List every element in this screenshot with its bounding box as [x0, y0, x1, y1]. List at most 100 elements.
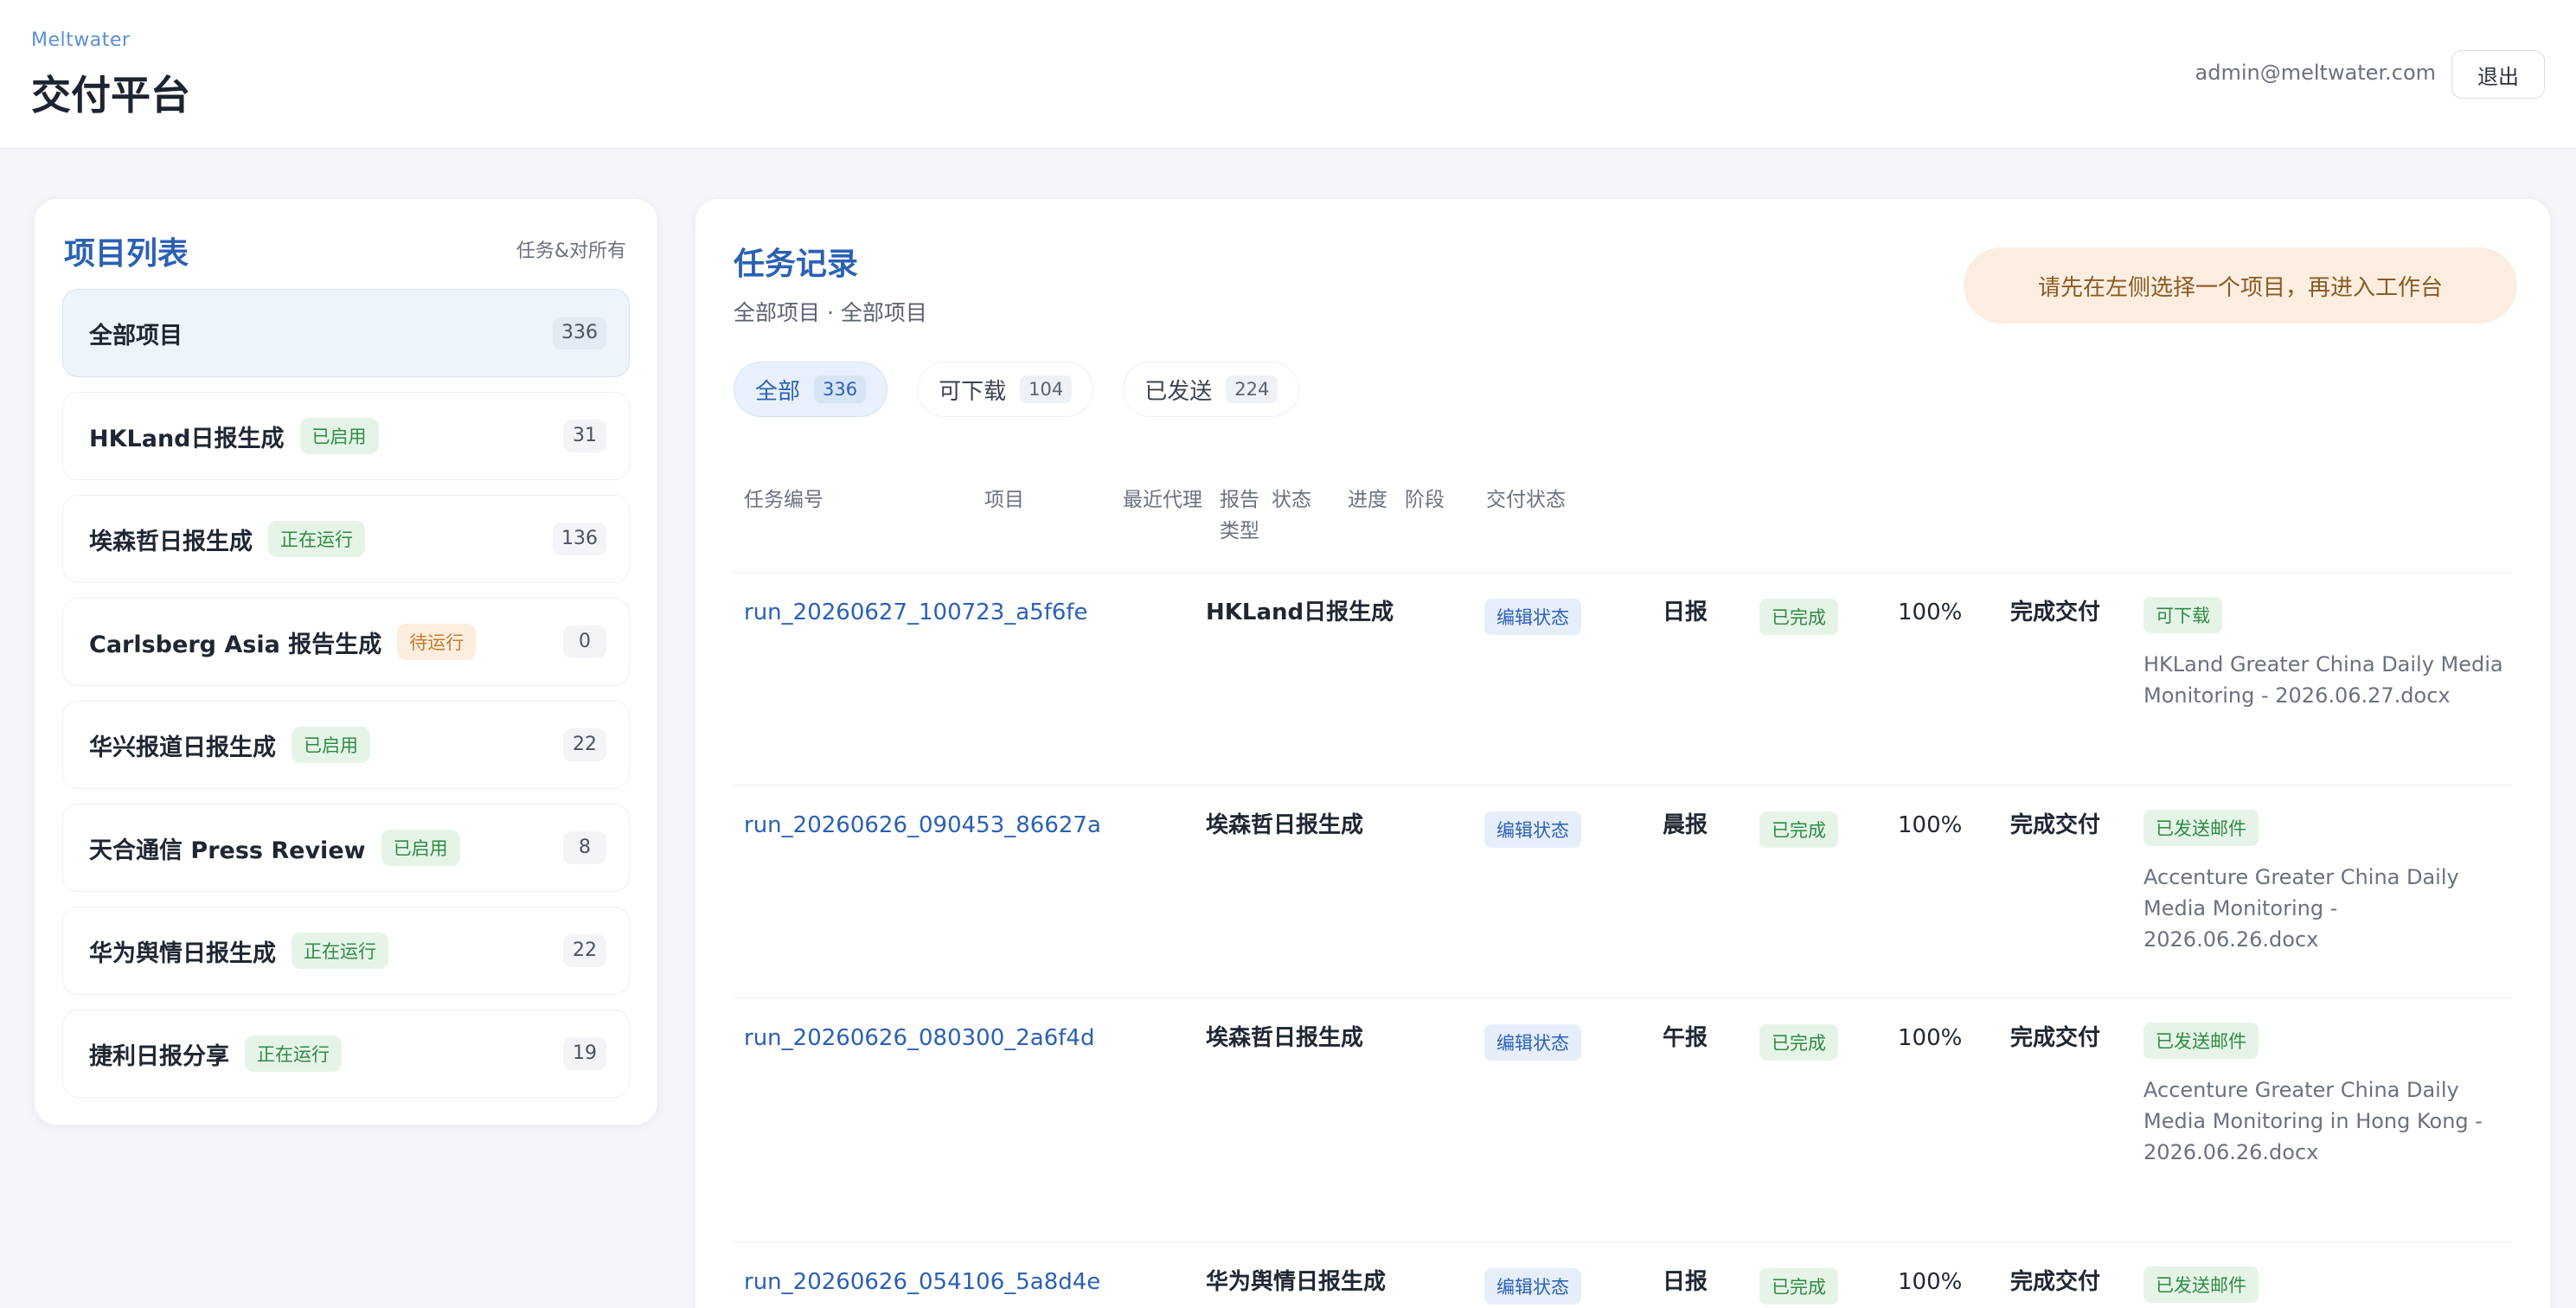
table-header: 任务编号 项目 最近代理 报告类型 状态 进度 阶段 交付状态: [734, 474, 2512, 573]
project-name: 华兴报道日报生成: [89, 734, 276, 761]
top-bar: Meltwater 交付平台 admin@meltwater.com 退出: [0, 0, 2576, 149]
filter-label: 全部: [755, 378, 801, 405]
project-item-hkland[interactable]: HKLand日报生成 已启用 31: [62, 392, 630, 480]
row-project: HKLand日报生成: [1206, 600, 1394, 625]
project-status-tag: 已启用: [381, 830, 460, 866]
agent-badge: 编辑状态: [1484, 811, 1581, 848]
user-email: admin@meltwater.com: [2195, 61, 2436, 85]
project-status-tag: 已启用: [292, 727, 370, 763]
tasks-panel-title: 任务记录: [734, 247, 859, 282]
project-name: 华为舆情日报生成: [89, 939, 276, 967]
delivery-badge[interactable]: 已发送邮件: [2143, 1023, 2259, 1059]
filter-tab-downloadable[interactable]: 可下载 104: [917, 362, 1094, 417]
filter-tabs: 全部 336 可下载 104 已发送 224: [734, 362, 1300, 417]
projects-panel-title: 项目列表: [64, 236, 189, 272]
run-id-link[interactable]: run_20260626_080300_2a6f4d: [744, 1023, 1094, 1054]
project-status-tag: 正在运行: [268, 521, 365, 557]
projects-panel-hint: 任务&对所有: [516, 240, 626, 262]
project-status-tag: 待运行: [397, 624, 477, 660]
report-type: 晨报: [1663, 812, 1708, 838]
run-id-link[interactable]: run_20260627_100723_a5f6fe: [744, 597, 1088, 628]
project-status-tag: 已启用: [299, 418, 379, 454]
column-header: 进度: [1348, 489, 1387, 511]
filter-label: 可下载: [939, 378, 1007, 405]
project-item-accenture[interactable]: 埃森哲日报生成 正在运行 136: [62, 495, 630, 583]
project-status-tag: 正在运行: [245, 1036, 342, 1072]
project-name: 全部项目: [89, 322, 183, 349]
run-id-link[interactable]: run_20260626_090453_86627a: [744, 810, 1101, 841]
report-type: 日报: [1663, 1269, 1708, 1295]
project-count-badge: 136: [553, 523, 606, 555]
row-project: 华为舆情日报生成: [1206, 1269, 1387, 1295]
projects-panel: 项目列表 任务&对所有 全部项目 336 HKLand日报生成 已启用 31 埃…: [35, 199, 657, 1125]
project-item-all[interactable]: 全部项目 336: [62, 289, 630, 377]
delivery-badge[interactable]: 已发送邮件: [2143, 1266, 2259, 1303]
stage-value: 完成交付: [2010, 1025, 2101, 1051]
column-header: 任务编号: [744, 489, 823, 511]
tasks-table: 任务编号 项目 最近代理 报告类型 状态 进度 阶段 交付状态 run_2026…: [734, 474, 2512, 1308]
filter-tab-all[interactable]: 全部 336: [734, 362, 888, 417]
notice-banner: 请先在左侧选择一个项目，再进入工作台: [1964, 247, 2517, 324]
delivery-file-name: HKLand Greater China Daily Media Monitor…: [2143, 652, 2503, 708]
table-row: run_20260627_100723_a5f6fe HKLand日报生成 编辑…: [734, 573, 2512, 785]
delivery-cell: 已发送邮件: [2143, 1266, 2507, 1303]
project-count-badge: 8: [563, 831, 606, 864]
stage-value: 完成交付: [2010, 1269, 2101, 1295]
column-header: 交付状态: [1486, 489, 1566, 511]
row-project: 埃森哲日报生成: [1206, 1025, 1364, 1051]
project-item-jieli[interactable]: 捷利日报分享 正在运行 19: [62, 1010, 630, 1098]
project-item-huaxing[interactable]: 华兴报道日报生成 已启用 22: [62, 701, 630, 789]
project-item-carlsberg[interactable]: Carlsberg Asia 报告生成 待运行 0: [62, 598, 630, 686]
filter-count: 224: [1226, 375, 1278, 403]
project-count-badge: 31: [563, 420, 606, 452]
row-project: 埃森哲日报生成: [1206, 812, 1364, 838]
delivery-file-name: Accenture Greater China Daily Media Moni…: [2143, 865, 2459, 952]
project-item-huawei[interactable]: 华为舆情日报生成 正在运行 22: [62, 907, 630, 995]
delivery-cell: 可下载 HKLand Greater China Daily Media Mon…: [2143, 597, 2507, 711]
progress-value: 100%: [1898, 1269, 1963, 1295]
run-id-link[interactable]: run_20260626_054106_5a8d4e: [744, 1266, 1100, 1298]
project-list: 全部项目 336 HKLand日报生成 已启用 31 埃森哲日报生成 正在运行 …: [62, 289, 630, 1112]
column-header: 状态: [1272, 489, 1311, 511]
project-count-badge: 0: [563, 625, 606, 658]
project-name: 天合通信 Press Review: [89, 837, 366, 864]
column-header: 最近代理: [1123, 489, 1202, 511]
filter-count: 104: [1020, 375, 1073, 403]
project-name: HKLand日报生成: [89, 425, 285, 452]
project-count-badge: 22: [563, 728, 606, 761]
brand-title: 交付平台: [31, 72, 190, 119]
project-count-badge: 22: [563, 934, 606, 967]
stage-value: 完成交付: [2010, 600, 2101, 625]
status-badge: 已完成: [1759, 1268, 1838, 1305]
delivery-badge[interactable]: 可下载: [2143, 597, 2222, 633]
agent-badge: 编辑状态: [1484, 1024, 1581, 1061]
table-row: run_20260626_080300_2a6f4d 埃森哲日报生成 编辑状态 …: [734, 998, 2512, 1242]
column-header: 项目: [984, 489, 1024, 511]
logout-button[interactable]: 退出: [2451, 50, 2545, 99]
stage-value: 完成交付: [2010, 812, 2101, 838]
status-badge: 已完成: [1759, 599, 1838, 635]
progress-value: 100%: [1898, 600, 1963, 625]
project-name: 捷利日报分享: [89, 1042, 229, 1070]
project-name: Carlsberg Asia 报告生成: [89, 631, 382, 658]
column-header: 报告类型: [1220, 489, 1259, 542]
agent-badge: 编辑状态: [1484, 1268, 1581, 1305]
project-name: 埃森哲日报生成: [89, 528, 253, 555]
delivery-cell: 已发送邮件 Accenture Greater China Daily Medi…: [2143, 810, 2507, 955]
progress-value: 100%: [1898, 812, 1963, 838]
progress-value: 100%: [1898, 1025, 1963, 1051]
filter-tab-sent[interactable]: 已发送 224: [1123, 362, 1300, 417]
delivery-file-name: Accenture Greater China Daily Media Moni…: [2143, 1078, 2483, 1164]
brand-subtitle: Meltwater: [31, 29, 131, 51]
breadcrumb: 全部项目 · 全部项目: [734, 300, 927, 325]
report-type: 日报: [1663, 600, 1708, 625]
report-type: 午报: [1663, 1025, 1708, 1051]
status-badge: 已完成: [1759, 811, 1838, 848]
project-item-tianhe[interactable]: 天合通信 Press Review 已启用 8: [62, 804, 630, 892]
column-header: 阶段: [1405, 489, 1445, 511]
project-count-badge: 336: [553, 317, 606, 349]
table-row: run_20260626_090453_86627a 埃森哲日报生成 编辑状态 …: [734, 785, 2512, 998]
table-row: run_20260626_054106_5a8d4e 华为舆情日报生成 编辑状态…: [734, 1242, 2512, 1308]
delivery-badge[interactable]: 已发送邮件: [2143, 810, 2259, 846]
filter-label: 已发送: [1144, 378, 1213, 405]
